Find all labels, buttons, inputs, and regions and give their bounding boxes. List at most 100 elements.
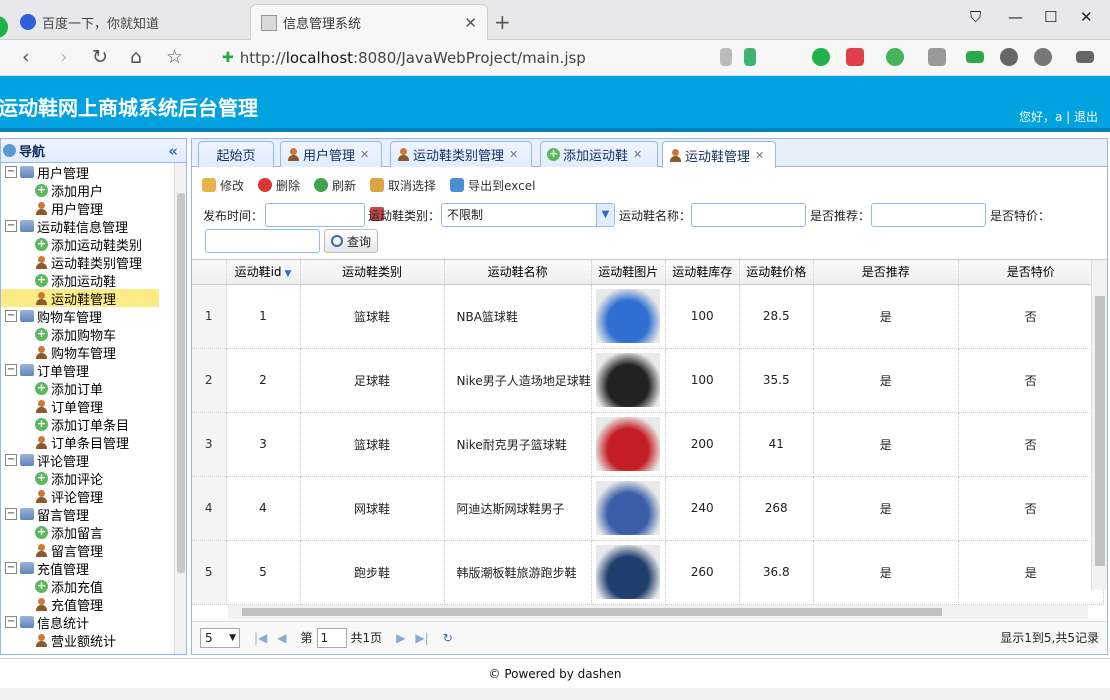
apps-icon[interactable]: [928, 48, 946, 66]
sidebar-group[interactable]: − 用户管理: [1, 163, 186, 182]
date-input[interactable]: [265, 203, 384, 227]
column-header[interactable]: 运动鞋名称: [444, 260, 592, 285]
share-icon[interactable]: [720, 48, 732, 66]
scissors-icon[interactable]: [846, 48, 864, 66]
reload-icon[interactable]: ↻: [443, 631, 453, 645]
close-icon[interactable]: ✕: [360, 148, 369, 161]
sidebar-item[interactable]: 运动鞋类别管理: [1, 253, 186, 272]
recommend-input[interactable]: [871, 203, 986, 227]
battery-icon[interactable]: [966, 51, 984, 63]
column-header[interactable]: 是否推荐: [813, 260, 959, 285]
forward-icon[interactable]: ›: [60, 46, 68, 68]
sidebar-item[interactable]: + 添加用户: [1, 181, 186, 200]
headphones-icon[interactable]: [1000, 48, 1018, 66]
sidebar-group[interactable]: − 充值管理: [1, 559, 186, 578]
sidebar-scrollbar[interactable]: [174, 163, 186, 654]
sidebar-item[interactable]: + 添加充值: [1, 577, 186, 596]
sidebar-item[interactable]: + 添加留言: [1, 523, 186, 542]
sidebar-item[interactable]: 评论管理: [1, 487, 186, 506]
table-row[interactable]: 5 5 跑步鞋 韩版潮板鞋旅游跑步鞋 260 36.8 是是: [192, 540, 1104, 605]
sidebar-item[interactable]: + 添加订单条目: [1, 415, 186, 434]
grid-horizontal-scrollbar[interactable]: [228, 605, 1088, 619]
grid-vertical-scrollbar[interactable]: [1091, 260, 1107, 590]
maximize-icon[interactable]: ☐: [1044, 8, 1057, 26]
sidebar-item[interactable]: 留言管理: [1, 541, 186, 560]
minimize-icon[interactable]: —: [1008, 8, 1023, 26]
refresh-button[interactable]: 刷新: [314, 177, 356, 194]
page-size-select[interactable]: 5 ▼: [200, 627, 240, 648]
star-icon[interactable]: ☆: [166, 46, 183, 68]
column-header[interactable]: 是否特价: [958, 260, 1104, 285]
column-header[interactable]: 运动鞋图片: [591, 260, 666, 285]
category-select[interactable]: 不限制 ▼: [441, 203, 615, 227]
menu-icon[interactable]: [1076, 51, 1094, 63]
next-page-icon[interactable]: ▶: [396, 631, 405, 645]
sidebar-item[interactable]: + 添加运动鞋: [1, 271, 186, 290]
table-row[interactable]: 3 3 篮球鞋 Nike耐克男子篮球鞋 200 41 是否: [192, 412, 1104, 477]
sidebar-group[interactable]: − 订单管理: [1, 361, 186, 380]
collapse-toggle-icon[interactable]: −: [5, 562, 17, 574]
cancel-select-button[interactable]: 取消选择: [370, 177, 436, 194]
sidebar-group[interactable]: − 运动鞋信息管理: [1, 217, 186, 236]
collapse-toggle-icon[interactable]: −: [5, 220, 17, 232]
sidebar-group[interactable]: − 留言管理: [1, 505, 186, 524]
table-row[interactable]: 4 4 网球鞋 阿迪达斯网球鞋男子 240 268 是否: [192, 476, 1104, 541]
close-icon[interactable]: ✕: [633, 148, 642, 161]
column-header[interactable]: 运动鞋价格: [739, 260, 814, 285]
reload-icon[interactable]: ↻: [92, 46, 108, 68]
table-row[interactable]: 2 2 足球鞋 Nike男子人造场地足球鞋 100 35.5 是否: [192, 348, 1104, 413]
close-window-icon[interactable]: ✕: [1080, 8, 1093, 26]
tab-category-management[interactable]: 运动鞋类别管理 ✕: [390, 141, 532, 167]
sidebar-item[interactable]: 运动鞋管理: [1, 289, 159, 308]
sidebar-item[interactable]: + 添加购物车: [1, 325, 186, 344]
column-header[interactable]: 运动鞋类别: [300, 260, 445, 285]
sidebar-item[interactable]: 充值管理: [1, 595, 186, 614]
collapse-toggle-icon[interactable]: −: [5, 364, 17, 376]
first-page-icon[interactable]: |◀: [254, 631, 267, 645]
edit-button[interactable]: 修改: [202, 177, 244, 194]
sidebar-group[interactable]: − 评论管理: [1, 451, 186, 470]
browser-tab-baidu[interactable]: 百度一下，你就知道: [10, 4, 248, 40]
collapse-toggle-icon[interactable]: −: [5, 166, 17, 178]
sidebar-item[interactable]: 用户管理: [1, 199, 186, 218]
column-header[interactable]: 运动鞋id ▼: [226, 260, 301, 285]
special-input[interactable]: [205, 229, 320, 253]
collapse-toggle-icon[interactable]: −: [5, 508, 17, 520]
delete-button[interactable]: 删除: [258, 177, 300, 194]
home-icon[interactable]: ⌂: [130, 46, 142, 68]
last-page-icon[interactable]: ▶|: [415, 631, 428, 645]
prev-page-icon[interactable]: ◀: [277, 631, 286, 645]
close-icon[interactable]: ✕: [755, 149, 764, 162]
sidebar-item[interactable]: 购物车管理: [1, 343, 186, 362]
name-input[interactable]: [691, 203, 806, 227]
sidebar-item[interactable]: + 添加订单: [1, 379, 186, 398]
sidebar-item[interactable]: 营业额统计: [1, 631, 186, 650]
page-number-input[interactable]: 1: [316, 627, 347, 648]
new-tab-icon[interactable]: +: [494, 10, 511, 34]
tab-add-shoe[interactable]: + 添加运动鞋 ✕: [540, 141, 658, 167]
close-icon[interactable]: ✕: [509, 148, 518, 161]
tab-home[interactable]: 起始页: [198, 141, 274, 167]
sidebar-item[interactable]: 订单条目管理: [1, 433, 186, 452]
tab-user-management[interactable]: 用户管理 ✕: [280, 141, 382, 167]
back-icon[interactable]: ‹: [22, 46, 30, 68]
collapse-icon[interactable]: «: [168, 142, 178, 160]
extension-icon[interactable]: [812, 48, 830, 66]
query-button[interactable]: 查询: [324, 229, 379, 253]
close-tab-icon[interactable]: ✕: [464, 14, 477, 32]
export-button[interactable]: 导出到excel: [450, 177, 535, 194]
table-row[interactable]: 1 1 篮球鞋 NBA篮球鞋 100 28.5 是否: [192, 284, 1104, 349]
shirt-icon[interactable]: ⛉: [970, 8, 981, 26]
sidebar-item[interactable]: + 添加运动鞋类别: [1, 235, 186, 254]
column-header[interactable]: 运动鞋库存: [665, 260, 740, 285]
collapse-toggle-icon[interactable]: −: [5, 454, 17, 466]
lightning-icon[interactable]: [744, 48, 756, 66]
undo-icon[interactable]: [1034, 48, 1052, 66]
collapse-toggle-icon[interactable]: −: [5, 616, 17, 628]
user-greeting[interactable]: 您好，a | 退出: [1019, 108, 1098, 125]
sidebar-group[interactable]: − 信息统计: [1, 613, 186, 632]
browser-tab-active[interactable]: 信息管理系统 ✕: [250, 4, 488, 40]
yen-icon[interactable]: [886, 48, 904, 66]
sidebar-item[interactable]: 订单管理: [1, 397, 186, 416]
sidebar-item[interactable]: + 添加评论: [1, 469, 186, 488]
